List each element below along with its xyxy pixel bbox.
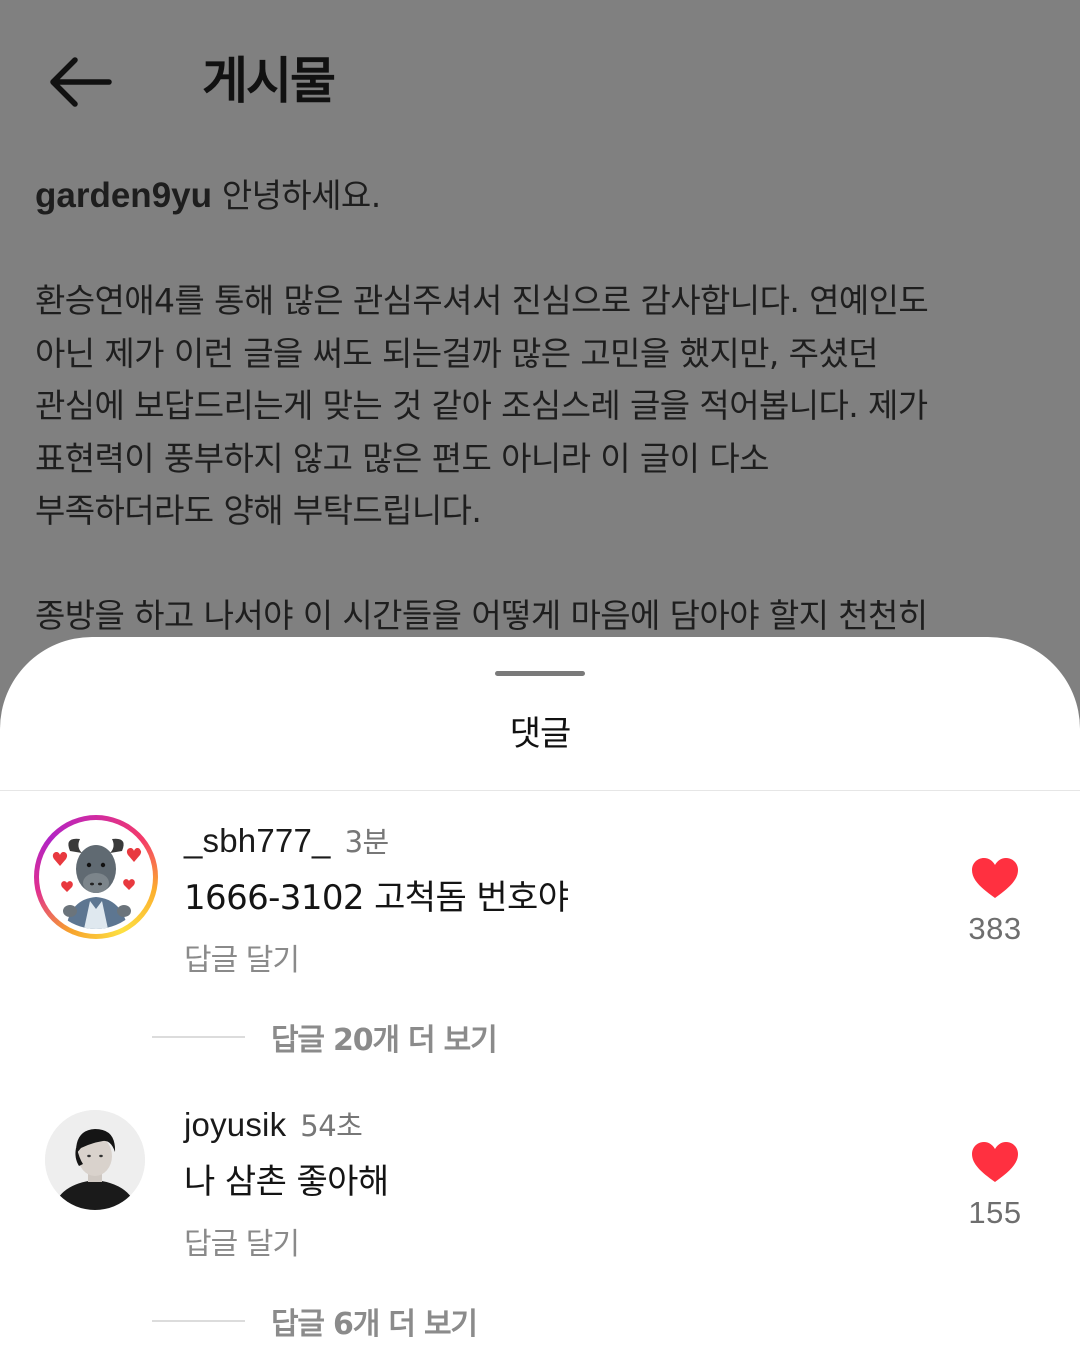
comment-text: 나 삼촌 좋아해 [184, 1162, 389, 1202]
avatar[interactable] [45, 1110, 145, 1210]
sheet-title: 댓글 [509, 714, 572, 754]
post-text: 안녕하세요. [221, 176, 381, 215]
like-count: 383 [968, 911, 1022, 946]
comment-timestamp: 54초 [300, 1109, 363, 1143]
avatar [44, 825, 148, 929]
divider [0, 790, 1080, 791]
post-line: 부족하더라도 양해 부탁드립니다. [35, 491, 482, 530]
like-block: 155 [950, 1141, 1040, 1233]
post-line: 관심에 보답드리는게 맞는 것 같아 조심스레 글을 적어봅니다. 제가 [35, 386, 928, 425]
username-text[interactable]: joyusik [184, 1106, 286, 1143]
back-button[interactable] [38, 44, 122, 120]
comment-item: _sbh777_ 3분 1666-3102 고척돔 번호야 답글 달기 383 [0, 811, 1080, 1011]
heart-filled-icon[interactable] [971, 1141, 1019, 1183]
view-more-replies-button[interactable]: 답글 20개 더 보기 [152, 1017, 498, 1058]
buffalo-avatar-image [44, 825, 148, 929]
view-more-replies-label: 답글 20개 더 보기 [271, 1023, 498, 1058]
post-line: 아닌 제가 이런 글을 써도 되는걸까 많은 고민을 했지만, 주셨던 [35, 333, 879, 373]
view-more-replies-button[interactable]: 답글 6개 더 보기 [152, 1301, 478, 1342]
reply-thread-line [152, 1036, 245, 1038]
comments-sheet: 댓글 _sbh777_ 3분 1666-3102 고척돔 번호야 답글 달기 3… [0, 637, 1080, 1357]
post-line [35, 223, 1060, 276]
page-title: 게시물 [202, 52, 336, 110]
like-block: 383 [950, 857, 1040, 949]
person-avatar-image [45, 1110, 145, 1210]
post-line: 표현력이 풍부하지 않고 많은 편도 아니라 이 글이 다소 [35, 438, 769, 478]
comment-username[interactable]: _sbh777_ 3분 [184, 821, 389, 862]
reply-thread-line [152, 1320, 245, 1322]
post-line: 환승연애4를 통해 많은 관심주셔서 진심으로 감사합니다. 연예인도 [35, 281, 929, 320]
reply-button[interactable]: 답글 달기 [184, 1225, 300, 1265]
comment-username[interactable]: joyusik 54초 [184, 1105, 363, 1146]
comment-item: joyusik 54초 나 삼촌 좋아해 답글 달기 155 [0, 1095, 1080, 1295]
username-text[interactable]: _sbh777_ [184, 822, 331, 859]
post-author-username[interactable]: garden9yu [35, 176, 212, 215]
avatar-story-ring[interactable] [34, 815, 158, 939]
header: 게시물 [0, 0, 1080, 160]
arrow-left-icon [50, 57, 112, 107]
heart-filled-icon[interactable] [971, 857, 1019, 899]
post-line [35, 538, 1060, 591]
comment-timestamp: 3분 [344, 825, 390, 859]
like-count: 155 [968, 1195, 1022, 1230]
view-more-replies-label: 답글 6개 더 보기 [271, 1307, 478, 1342]
reply-button[interactable]: 답글 달기 [184, 941, 300, 981]
comment-text: 1666-3102 고척돔 번호야 [184, 878, 569, 918]
sheet-drag-handle[interactable] [495, 671, 585, 676]
post-caption: garden9yu 안녕하세요. 환승연애4를 통해 많은 관심주셔서 진심으로… [35, 170, 1060, 643]
post-line: 종방을 하고 나서야 이 시간들을 어떻게 마음에 담아야 할지 천천히 [35, 596, 928, 635]
post-line: garden9yu 안녕하세요. [35, 170, 1060, 223]
